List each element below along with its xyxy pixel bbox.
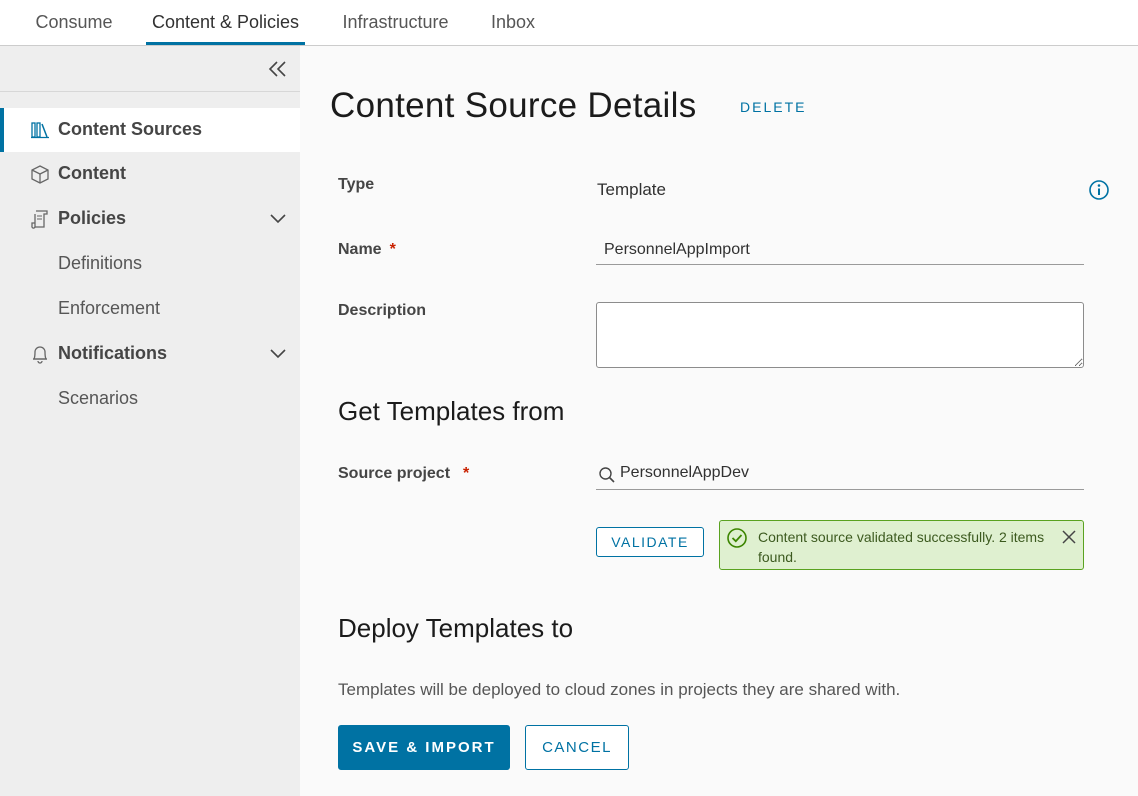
library-icon <box>31 122 49 139</box>
sidebar-item-notifications[interactable]: Notifications <box>0 332 300 376</box>
sidebar-item-definitions[interactable]: Definitions <box>0 242 300 286</box>
scroll-icon <box>31 210 48 229</box>
description-label: Description <box>338 302 427 319</box>
required-marker: * <box>463 465 470 482</box>
cancel-button[interactable]: CANCEL <box>525 725 629 770</box>
tab-infrastructure[interactable]: Infrastructure <box>338 0 453 45</box>
deploy-templates-heading: Deploy Templates to <box>338 613 574 643</box>
source-project-field <box>596 457 1084 490</box>
get-templates-heading: Get Templates from <box>338 396 565 426</box>
source-project-label: Source project * <box>338 465 469 483</box>
sidebar-item-enforcement[interactable]: Enforcement <box>0 287 300 331</box>
name-input[interactable] <box>596 235 1084 265</box>
close-icon[interactable] <box>1061 529 1077 545</box>
info-icon[interactable] <box>1088 179 1110 201</box>
alert-text: Content source validated successfully. 2… <box>758 529 1045 565</box>
bell-icon <box>32 346 48 364</box>
sidebar-item-content-sources[interactable]: Content Sources <box>0 108 300 152</box>
required-marker: * <box>389 241 396 258</box>
sidebar-item-label: Definitions <box>58 253 143 273</box>
sidebar-item-label: Policies <box>58 208 127 228</box>
sidebar-item-label: Content <box>58 163 126 183</box>
success-alert: Content source validated successfully. 2… <box>719 520 1084 570</box>
source-project-input[interactable] <box>620 457 1080 489</box>
page-title: Content Source Details <box>330 86 697 125</box>
chevron-down-icon[interactable] <box>268 211 288 227</box>
type-value: Template <box>597 180 666 199</box>
sidebar-collapse-bar <box>0 46 300 92</box>
tab-content-policies[interactable]: Content & Policies <box>146 0 305 45</box>
validate-button[interactable]: VALIDATE <box>596 527 704 557</box>
sidebar-item-label: Scenarios <box>58 388 139 408</box>
top-navigation: Consume Content & Policies Infrastructur… <box>0 0 1138 46</box>
tab-consume[interactable]: Consume <box>34 0 114 45</box>
box-icon <box>31 165 49 184</box>
description-textarea[interactable] <box>596 302 1084 368</box>
sidebar-item-label: Content Sources <box>58 119 203 139</box>
check-circle-icon <box>727 528 747 548</box>
sidebar-item-label: Enforcement <box>58 298 161 318</box>
name-label: Name * <box>338 241 396 259</box>
double-chevron-left-icon[interactable] <box>268 60 288 78</box>
sidebar-item-policies[interactable]: Policies <box>0 197 300 241</box>
tab-inbox[interactable]: Inbox <box>489 0 537 45</box>
save-import-button[interactable]: SAVE & IMPORT <box>338 725 510 770</box>
sidebar-item-scenarios[interactable]: Scenarios <box>0 377 300 421</box>
chevron-down-icon[interactable] <box>268 346 288 362</box>
source-project-label-text: Source project <box>338 465 451 482</box>
name-label-text: Name <box>338 241 382 258</box>
main-content: Content Source Details DELETE Type Templ… <box>300 46 1138 796</box>
sidebar: Content Sources Content Policies Definit… <box>0 46 300 796</box>
type-label: Type <box>338 176 375 193</box>
sidebar-item-content[interactable]: Content <box>0 152 300 196</box>
sidebar-item-label: Notifications <box>58 343 168 363</box>
deploy-note: Templates will be deployed to cloud zone… <box>338 680 901 699</box>
search-icon <box>599 467 615 483</box>
delete-button[interactable]: DELETE <box>740 99 806 115</box>
